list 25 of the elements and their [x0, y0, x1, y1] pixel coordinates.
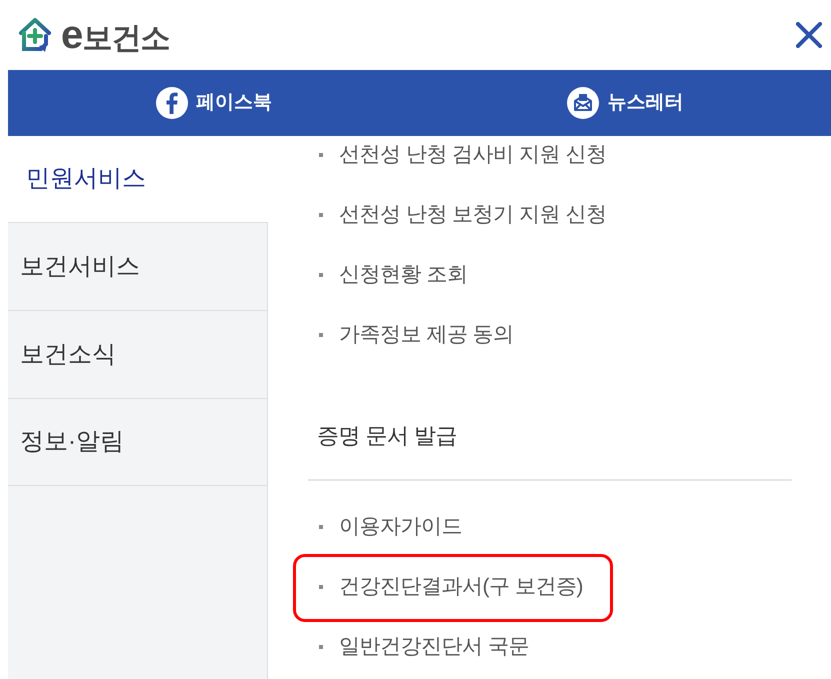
- menu-link[interactable]: 건강진단결과서(구 보건증): [319, 571, 583, 603]
- facebook-link[interactable]: 페이스북: [8, 70, 420, 136]
- close-button[interactable]: [794, 20, 824, 50]
- newsletter-link[interactable]: 뉴스레터: [420, 70, 831, 136]
- house-plus-logo-icon: [17, 16, 53, 54]
- menu-link[interactable]: 이용자가이드: [319, 511, 462, 543]
- section-heading: 증명 문서 발급: [317, 422, 458, 450]
- bullet-icon: [319, 585, 323, 589]
- facebook-icon: [156, 87, 188, 119]
- close-icon: [796, 22, 822, 48]
- bullet-icon: [319, 153, 323, 157]
- bullet-icon: [319, 213, 323, 217]
- menu-link[interactable]: 일반건강진단서 국문: [319, 631, 529, 663]
- sidebar-item[interactable]: 민원서비스: [8, 136, 268, 222]
- menu-link[interactable]: 가족정보 제공 동의: [319, 319, 514, 351]
- bullet-icon: [319, 525, 323, 529]
- menu-link[interactable]: 선천성 난청 보청기 지원 신청: [319, 199, 606, 231]
- menu-link[interactable]: 선천성 난청 검사비 지원 신청: [319, 139, 606, 171]
- sidebar-item[interactable]: 정보·알림: [8, 398, 267, 486]
- logo-text: e보건소: [61, 15, 170, 55]
- envelope-icon: [567, 87, 600, 119]
- menu-link[interactable]: 신청현황 조회: [319, 259, 468, 291]
- bullet-icon: [319, 333, 323, 337]
- bullet-icon: [319, 273, 323, 277]
- bullet-icon: [319, 645, 323, 649]
